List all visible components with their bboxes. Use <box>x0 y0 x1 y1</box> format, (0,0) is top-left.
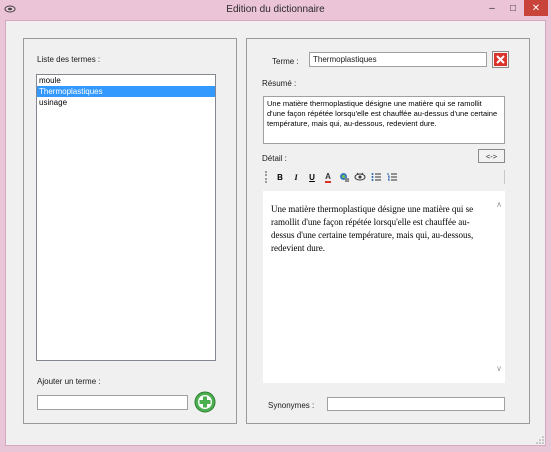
delete-term-button[interactable] <box>492 51 509 68</box>
list-item-selected[interactable]: Thermoplastiques <box>37 86 215 97</box>
close-button[interactable]: ✕ <box>524 0 548 16</box>
terms-list-label: Liste des termes : <box>37 55 101 64</box>
delete-x-icon <box>494 53 507 66</box>
bold-icon[interactable]: B <box>272 170 288 184</box>
formatting-toolbar: B I U A <box>263 169 505 185</box>
detail-rich-text-editor[interactable]: Une matière thermoplastique désigne une … <box>263 191 505 383</box>
list-item[interactable]: usinage <box>37 97 215 108</box>
title-bar: Edition du dictionnaire – □ ✕ <box>0 0 551 20</box>
image-icon[interactable] <box>336 170 352 184</box>
add-term-button[interactable] <box>194 391 216 413</box>
bullet-list-icon[interactable] <box>368 170 384 184</box>
synonyms-input[interactable] <box>327 397 505 411</box>
vertical-scrollbar[interactable]: ∧ ∨ <box>493 191 505 383</box>
underline-icon[interactable]: U <box>304 170 320 184</box>
plus-circle-icon <box>194 391 216 413</box>
grip-icon[interactable] <box>265 171 268 183</box>
font-color-glyph: A <box>325 171 331 183</box>
summary-textbox[interactable]: Une matière thermoplastique désigne une … <box>263 96 505 144</box>
scroll-down-icon[interactable]: ∨ <box>495 365 503 373</box>
add-term-label: Ajouter un terme : <box>37 377 101 386</box>
summary-label: Résumé : <box>262 79 297 88</box>
window-client-area: Liste des termes : moule Thermoplastique… <box>5 20 546 446</box>
synonyms-label: Synonymes : <box>268 401 315 410</box>
detail-label: Détail : <box>262 154 287 163</box>
minimize-button[interactable]: – <box>482 0 502 16</box>
list-item[interactable]: moule <box>37 75 215 86</box>
add-term-input[interactable] <box>37 395 188 410</box>
font-color-icon[interactable]: A <box>320 170 336 184</box>
italic-icon[interactable]: I <box>288 170 304 184</box>
maximize-button[interactable]: □ <box>503 0 523 16</box>
resize-grip-icon[interactable] <box>536 436 544 444</box>
term-input[interactable]: Thermoplastiques <box>309 52 487 67</box>
numbered-list-icon[interactable] <box>384 170 400 184</box>
toggle-editor-button[interactable]: <-> <box>478 149 505 163</box>
window-title: Edition du dictionnaire <box>226 4 325 15</box>
detail-text[interactable]: Une matière thermoplastique désigne une … <box>271 203 489 255</box>
term-label: Terme : <box>272 57 299 66</box>
toolbar-separator <box>504 170 505 184</box>
terms-panel: Liste des termes : moule Thermoplastique… <box>23 38 237 424</box>
term-details-panel: Terme : Thermoplastiques Résumé : Une ma… <box>246 38 530 424</box>
link-icon[interactable] <box>352 170 368 184</box>
terms-listbox[interactable]: moule Thermoplastiques usinage <box>36 74 216 361</box>
scroll-up-icon[interactable]: ∧ <box>495 201 503 209</box>
